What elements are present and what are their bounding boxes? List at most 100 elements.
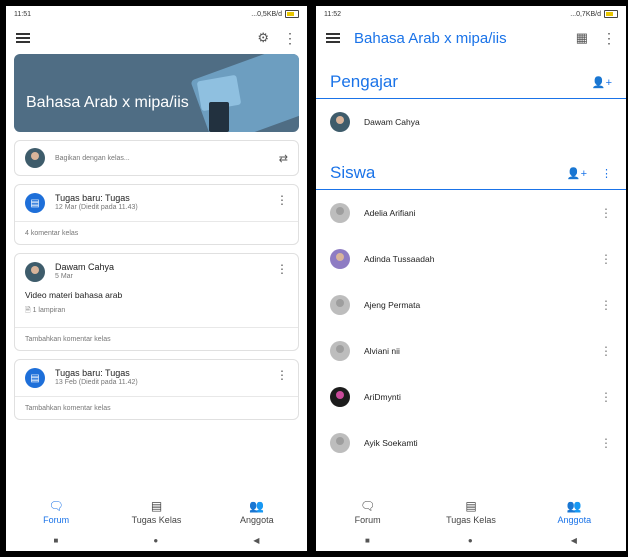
recents-icon[interactable]: ■ [365,536,370,545]
nav-forum[interactable]: 🗨 Forum [16,499,96,525]
member-name: Dawam Cahya [364,117,420,127]
menu-icon[interactable] [326,33,340,43]
menu-icon[interactable] [16,33,30,43]
add-comment-link[interactable]: Tambahkan komentar kelas [15,327,298,350]
nav-tugas-kelas[interactable]: ▤ Tugas Kelas [116,499,196,525]
people-icon: 👥 [566,499,582,513]
add-person-icon[interactable]: 👤+ [567,167,587,180]
class-title: Bahasa Arab x mipa/iis [354,29,507,47]
section-title: Pengajar [330,72,399,91]
people-screen: 11:52 ...0,7KB/d Bahasa Arab x mipa/iis … [316,6,626,551]
more-options-icon[interactable]: ⋮ [600,253,612,265]
student-item[interactable]: Adelia Arifiani ⋮ [316,190,626,236]
system-nav: ■ ● ◀ [316,529,626,551]
more-options-icon[interactable]: ⋮ [602,31,616,45]
student-item[interactable]: Alviani nii ⋮ [316,328,626,374]
comments-link[interactable]: 4 komentar kelas [15,221,298,244]
member-name: Ajeng Permata [364,300,421,310]
student-item[interactable]: Ayik Soekamti ⋮ [316,420,626,466]
grid-icon[interactable]: ▦ [576,30,588,46]
add-comment-link[interactable]: Tambahkan komentar kelas [15,396,298,419]
post-title: Tugas baru: Tugas [55,193,130,203]
member-name: Ayik Soekamti [364,438,418,448]
more-options-icon[interactable]: ⋮ [276,368,288,382]
assignment-icon: ▤ [25,193,45,213]
post-card[interactable]: ▤ Tugas baru: Tugas 12 Mar (Diedit pada … [14,184,299,245]
more-options-icon[interactable]: ⋮ [283,31,297,45]
forum-screen: 11:51 ...0,5KB/d ⚙ ⋮ Bahasa Arab x mipa/… [6,6,307,551]
post-card[interactable]: Dawam Cahya 5 Mar ⋮ Video materi bahasa … [14,253,299,351]
back-icon[interactable]: ◀ [253,536,259,545]
more-options-icon[interactable]: ⋮ [600,391,612,403]
avatar [330,112,350,132]
share-box[interactable]: Bagikan dengan kelas... ⇄ [14,140,299,176]
system-nav: ■ ● ◀ [6,529,307,551]
avatar [330,203,350,223]
status-bar: 11:51 ...0,5KB/d [6,6,307,22]
teachers-header: Pengajar 👤+ [316,54,626,99]
bottom-nav: 🗨 Forum ▤ Tugas Kelas 👥 Anggota [6,489,307,529]
add-person-icon[interactable]: 👤+ [592,76,612,89]
student-item[interactable]: Ajeng Permata ⋮ [316,282,626,328]
battery-icon [604,10,618,18]
avatar [330,433,350,453]
attachment-icon: 🗎 [25,307,33,314]
nav-label: Tugas Kelas [446,515,496,525]
member-name: Alviani nii [364,346,400,356]
student-item[interactable]: Adinda Tussaadah ⋮ [316,236,626,282]
battery-icon [285,10,299,18]
people-icon: 👥 [249,499,265,513]
status-time: 11:51 [14,10,31,18]
student-item[interactable]: AriDmynti ⋮ [316,374,626,420]
more-options-icon[interactable]: ⋮ [600,345,612,357]
assignment-icon: ▤ [25,368,45,388]
avatar [25,148,45,168]
more-options-icon[interactable]: ⋮ [276,262,288,276]
post-title: Tugas baru: Tugas [55,368,130,378]
post-date: 13 Feb (Diedit pada 11.42) [55,379,138,386]
status-time: 11:52 [324,10,341,18]
post-text: Video materi bahasa arab [25,290,123,300]
post-date: 12 Mar (Diedit pada 11.43) [55,204,138,211]
avatar [330,249,350,269]
home-icon[interactable]: ● [153,536,158,545]
banner-illustration-3 [209,102,229,132]
forum-icon: 🗨 [48,499,64,513]
nav-anggota[interactable]: 👥 Anggota [217,499,297,525]
attachment-count[interactable]: 🗎 1 lampiran [15,306,298,327]
students-header: Siswa 👤+ ⋮ [316,145,626,190]
post-card[interactable]: ▤ Tugas baru: Tugas 13 Feb (Diedit pada … [14,359,299,420]
status-bar: 11:52 ...0,7KB/d [316,6,626,22]
more-options-icon[interactable]: ⋮ [600,207,612,219]
back-icon[interactable]: ◀ [571,536,577,545]
nav-label: Tugas Kelas [131,515,182,525]
teacher-item[interactable]: Dawam Cahya [316,99,626,145]
app-bar: Bahasa Arab x mipa/iis ▦ ⋮ [316,22,626,54]
class-title: Bahasa Arab x mipa/iis [26,94,189,111]
home-icon[interactable]: ● [468,536,473,545]
more-options-icon[interactable]: ⋮ [276,193,288,207]
more-options-icon[interactable]: ⋮ [600,437,612,449]
post-date: 5 Mar [55,273,73,280]
network-speed: ...0,7KB/d [570,10,601,18]
more-options-icon[interactable]: ⋮ [600,299,612,311]
recents-icon[interactable]: ■ [54,536,59,545]
classwork-icon: ▤ [150,499,163,513]
share-placeholder: Bagikan dengan kelas... [55,154,130,162]
more-options-icon[interactable]: ⋮ [601,167,612,180]
network-speed: ...0,5KB/d [251,10,282,18]
member-name: Adelia Arifiani [364,208,416,218]
repost-icon[interactable]: ⇄ [279,152,288,165]
avatar [330,341,350,361]
nav-forum[interactable]: 🗨 Forum [328,499,408,525]
avatar [330,387,350,407]
nav-label: Anggota [240,515,274,525]
classwork-icon: ▤ [465,499,477,513]
app-bar: ⚙ ⋮ [6,22,307,54]
nav-label: Anggota [557,515,592,525]
nav-tugas-kelas[interactable]: ▤ Tugas Kelas [431,499,511,525]
nav-anggota[interactable]: 👥 Anggota [534,499,614,525]
bottom-nav: 🗨 Forum ▤ Tugas Kelas 👥 Anggota [316,489,626,529]
avatar [330,295,350,315]
settings-icon[interactable]: ⚙ [257,30,269,46]
